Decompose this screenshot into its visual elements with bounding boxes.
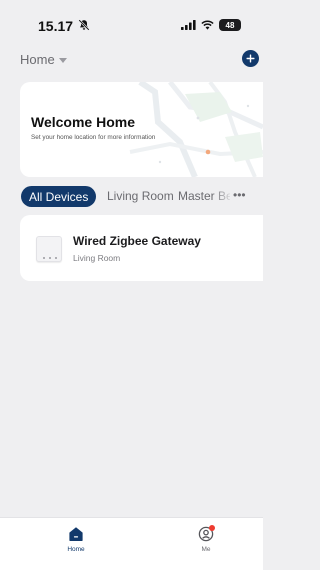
welcome-title: Welcome Home: [31, 114, 135, 130]
status-time: 15.17: [38, 18, 74, 34]
more-tabs-button[interactable]: •••: [233, 188, 246, 202]
nav-me-button[interactable]: Me: [189, 525, 223, 562]
gateway-device-icon: [36, 236, 62, 262]
room-tabs: All Devices Living Room Master Bedroom •…: [0, 186, 263, 208]
signal-bars-icon: [181, 20, 196, 30]
status-bar: 15.17 48: [0, 0, 263, 44]
nav-home-label: Home: [67, 546, 85, 553]
header: Home: [0, 48, 263, 74]
home-selector-label: Home: [20, 52, 55, 67]
notification-dot: [209, 525, 215, 531]
home-selector[interactable]: Home: [20, 52, 67, 67]
device-room: Living Room: [73, 253, 121, 263]
home-icon: [69, 527, 83, 541]
plus-circle-icon: [246, 54, 255, 63]
device-card[interactable]: Wired Zigbee Gateway Living Room: [20, 215, 263, 281]
tab-living-room[interactable]: Living Room: [107, 189, 174, 203]
device-name: Wired Zigbee Gateway: [73, 234, 201, 248]
bell-slash-icon: [78, 19, 90, 31]
add-device-button[interactable]: [242, 50, 259, 67]
wifi-icon: [201, 20, 214, 30]
tab-all-devices[interactable]: All Devices: [21, 186, 97, 207]
welcome-subtitle: Set your home location for more informat…: [31, 134, 156, 141]
nav-me-label: Me: [201, 546, 211, 553]
battery-icon: 48: [219, 19, 241, 31]
caret-down-icon: [58, 57, 67, 63]
nav-home-button[interactable]: Home: [59, 526, 93, 562]
tabs-fade-overlay: [212, 186, 234, 208]
welcome-card[interactable]: Welcome Home Set your home location for …: [20, 82, 263, 177]
bottom-tab-bar: Home Me: [0, 517, 263, 570]
